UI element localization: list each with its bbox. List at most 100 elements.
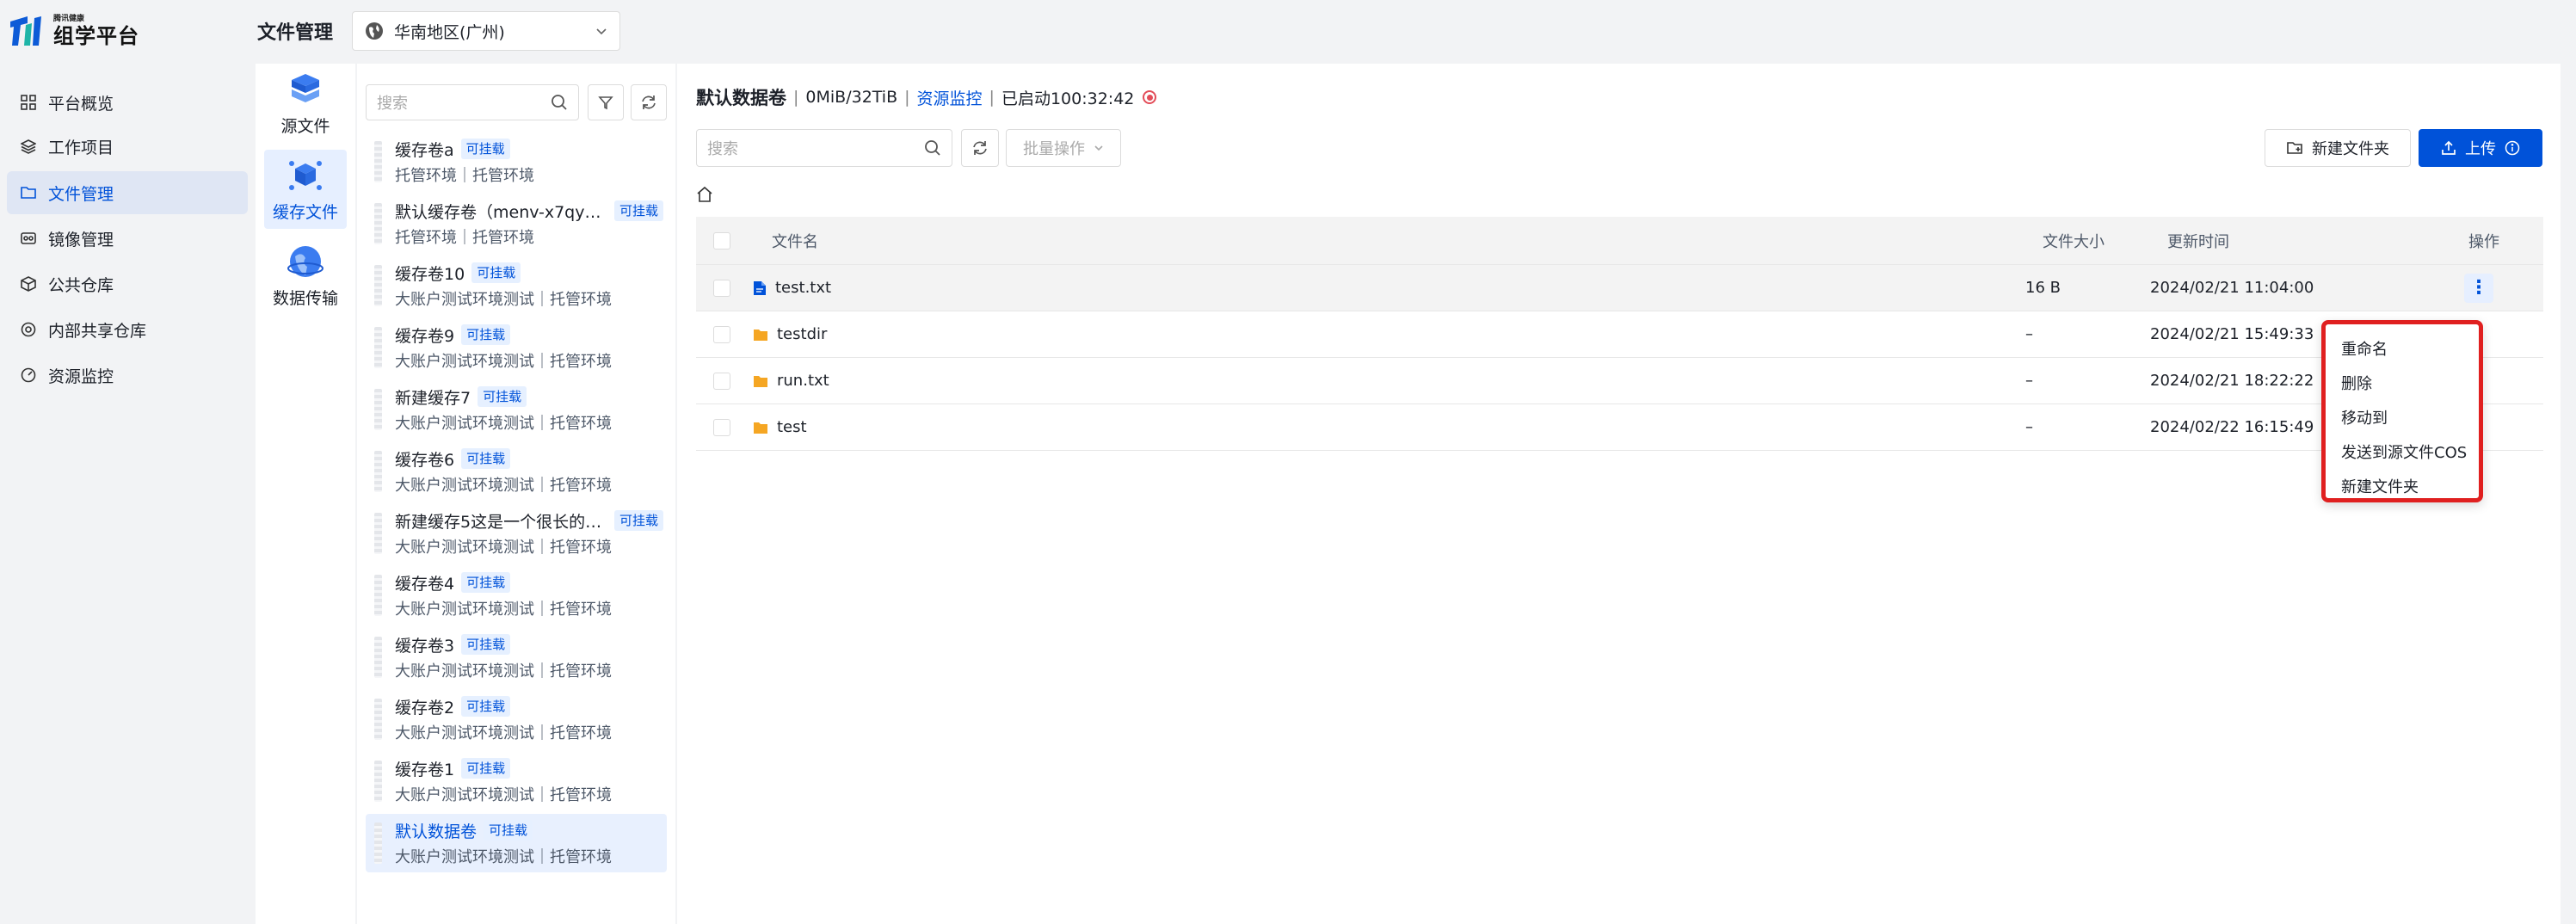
- cube-icon: [17, 273, 40, 295]
- volume-item[interactable]: 缓存卷4 可挂载 大账户测试环境测试｜托管环境: [366, 566, 667, 625]
- volume-item[interactable]: 缓存卷10 可挂载 大账户测试环境测试｜托管环境: [366, 256, 667, 315]
- volume-env: 大账户测试环境测试｜托管环境: [395, 291, 612, 309]
- volume-item[interactable]: 缓存卷a 可挂载 托管环境｜托管环境: [366, 132, 667, 191]
- mountable-tag: 可挂载: [613, 510, 663, 531]
- column-header-name[interactable]: 文件名: [772, 217, 818, 264]
- refresh-files-button[interactable]: [961, 129, 999, 167]
- mountable-tag: 可挂载: [461, 448, 511, 469]
- sidebar-item-files[interactable]: 文件管理: [7, 171, 248, 214]
- new-folder-button[interactable]: 新建文件夹: [2265, 129, 2411, 167]
- more-actions-button[interactable]: ⋮: [2464, 273, 2493, 303]
- menu-item-send-to-cos[interactable]: 发送到源文件COS: [2326, 434, 2479, 469]
- volume-usage-bar: [374, 203, 382, 244]
- file-type-panel: 源文件 缓存文件 数据传输: [256, 64, 355, 924]
- image-icon: [17, 227, 40, 249]
- file-context-menu: 重命名 删除 移动到 发送到源文件COS 新建文件夹: [2321, 320, 2483, 502]
- volume-item[interactable]: 缓存卷1 可挂载 大账户测试环境测试｜托管环境: [366, 752, 667, 810]
- volume-item[interactable]: 缓存卷3 可挂载 大账户测试环境测试｜托管环境: [366, 628, 667, 687]
- type-label: 缓存文件: [272, 202, 338, 222]
- filter-icon: [598, 95, 613, 110]
- type-cache-files[interactable]: 缓存文件: [264, 150, 347, 229]
- volume-item[interactable]: 缓存卷6 可挂载 大账户测试环境测试｜托管环境: [366, 442, 667, 501]
- volume-usage-bar: [374, 513, 382, 554]
- sidebar-item-images[interactable]: 镜像管理: [7, 217, 248, 260]
- volume-usage-bar: [374, 265, 382, 306]
- mountable-tag: 可挂载: [478, 386, 527, 407]
- sidebar-item-monitor[interactable]: 资源监控: [7, 354, 248, 397]
- sidebar-item-shared-repo[interactable]: 内部共享仓库: [7, 308, 248, 351]
- globe-transfer-icon: [287, 243, 324, 280]
- file-icon: [753, 280, 767, 296]
- volume-env: 大账户测试环境测试｜托管环境: [395, 662, 612, 681]
- type-data-transfer[interactable]: 数据传输: [264, 236, 347, 315]
- volume-usage-bar: [374, 822, 382, 864]
- volume-usage-bar: [374, 575, 382, 616]
- menu-item-rename[interactable]: 重命名: [2326, 331, 2479, 366]
- column-header-time[interactable]: 更新时间: [2167, 217, 2229, 264]
- mountable-tag: 可挂载: [471, 262, 521, 283]
- region-select[interactable]: 华南地区(广州): [352, 11, 621, 51]
- file-name[interactable]: run.txt: [777, 372, 829, 390]
- table-row[interactable]: testdir – 2024/02/21 15:49:33: [696, 311, 2543, 358]
- home-breadcrumb-icon[interactable]: [696, 186, 713, 203]
- sidebar-item-public-repo[interactable]: 公共仓库: [7, 262, 248, 305]
- menu-item-new-folder[interactable]: 新建文件夹: [2326, 469, 2479, 503]
- volume-item-selected[interactable]: 默认数据卷 可挂载 大账户测试环境测试｜托管环境: [366, 814, 667, 872]
- info-icon: [2505, 140, 2520, 156]
- upload-icon: [2441, 140, 2456, 156]
- refresh-icon: [971, 139, 989, 157]
- logo-title: 组学平台: [53, 24, 139, 48]
- sidebar-item-label: 工作项目: [48, 138, 114, 157]
- table-row[interactable]: test – 2024/02/22 16:15:49: [696, 404, 2543, 451]
- upload-button[interactable]: 上传: [2419, 129, 2542, 167]
- volume-usage-bar: [374, 451, 382, 492]
- row-checkbox[interactable]: [713, 279, 730, 297]
- stop-icon[interactable]: [1143, 90, 1157, 104]
- row-checkbox[interactable]: [713, 418, 730, 436]
- table-row[interactable]: run.txt – 2024/02/21 18:22:22: [696, 358, 2543, 404]
- column-header-size[interactable]: 文件大小: [2043, 217, 2105, 264]
- volume-item[interactable]: 新建缓存5这是一个很长的… 可挂载 大账户测试环境测试｜托管环境: [366, 504, 667, 563]
- file-search-input[interactable]: 搜索: [696, 129, 952, 167]
- table-row[interactable]: test.txt 16 B 2024/02/21 11:04:00 ⋮: [696, 265, 2543, 311]
- refresh-volumes-button[interactable]: [631, 84, 667, 120]
- resource-monitor-link[interactable]: 资源监控: [917, 86, 983, 109]
- filter-button[interactable]: [588, 84, 624, 120]
- logo-mark-icon: [9, 13, 46, 49]
- select-all-checkbox[interactable]: [713, 231, 730, 249]
- file-name[interactable]: test.txt: [775, 279, 831, 297]
- sidebar-item-label: 资源监控: [48, 367, 114, 386]
- menu-item-delete[interactable]: 删除: [2326, 366, 2479, 400]
- volume-search-input[interactable]: 搜索: [366, 84, 579, 120]
- menu-item-move-to[interactable]: 移动到: [2326, 400, 2479, 434]
- volume-name: 缓存卷9: [395, 326, 455, 346]
- row-checkbox[interactable]: [713, 372, 730, 390]
- volume-env: 托管环境｜托管环境: [395, 167, 534, 185]
- file-time: 2024/02/21 18:22:22: [2150, 372, 2314, 390]
- volume-usage: 0MiB/32TiB: [805, 88, 898, 107]
- logo[interactable]: 腾讯健康 组学平台: [9, 12, 139, 50]
- type-source-files[interactable]: 源文件: [264, 64, 347, 143]
- sidebar-item-projects[interactable]: 工作项目: [7, 125, 248, 168]
- batch-actions-select[interactable]: 批量操作: [1006, 129, 1121, 167]
- volume-env: 大账户测试环境测试｜托管环境: [395, 601, 612, 619]
- row-checkbox[interactable]: [713, 325, 730, 343]
- sidebar-item-label: 公共仓库: [48, 275, 114, 295]
- search-icon: [924, 139, 941, 157]
- file-browser: 默认数据卷 | 0MiB/32TiB | 资源监控 | 已启动100:32:42…: [677, 64, 2561, 924]
- volume-item[interactable]: 缓存卷2 可挂载 大账户测试环境测试｜托管环境: [366, 690, 667, 748]
- more-vertical-icon: ⋮: [2469, 277, 2488, 299]
- sidebar-item-overview[interactable]: 平台概览: [7, 81, 248, 124]
- volume-item[interactable]: 缓存卷9 可挂载 大账户测试环境测试｜托管环境: [366, 318, 667, 377]
- volume-item[interactable]: 默认缓存卷（menv-x7qy35… 可挂载 托管环境｜托管环境: [366, 194, 667, 253]
- type-label: 数据传输: [272, 288, 338, 308]
- volume-env: 大账户测试环境测试｜托管环境: [395, 786, 612, 804]
- volume-name: 新建缓存5这是一个很长的…: [395, 512, 602, 532]
- volume-env: 大账户测试环境测试｜托管环境: [395, 848, 612, 866]
- mountable-tag: 可挂载: [484, 820, 533, 841]
- file-name[interactable]: test: [777, 418, 807, 436]
- file-name[interactable]: testdir: [777, 325, 827, 343]
- grid-icon: [17, 91, 40, 114]
- volume-item[interactable]: 新建缓存7 可挂载 大账户测试环境测试｜托管环境: [366, 380, 667, 439]
- volume-name: 缓存卷2: [395, 698, 455, 718]
